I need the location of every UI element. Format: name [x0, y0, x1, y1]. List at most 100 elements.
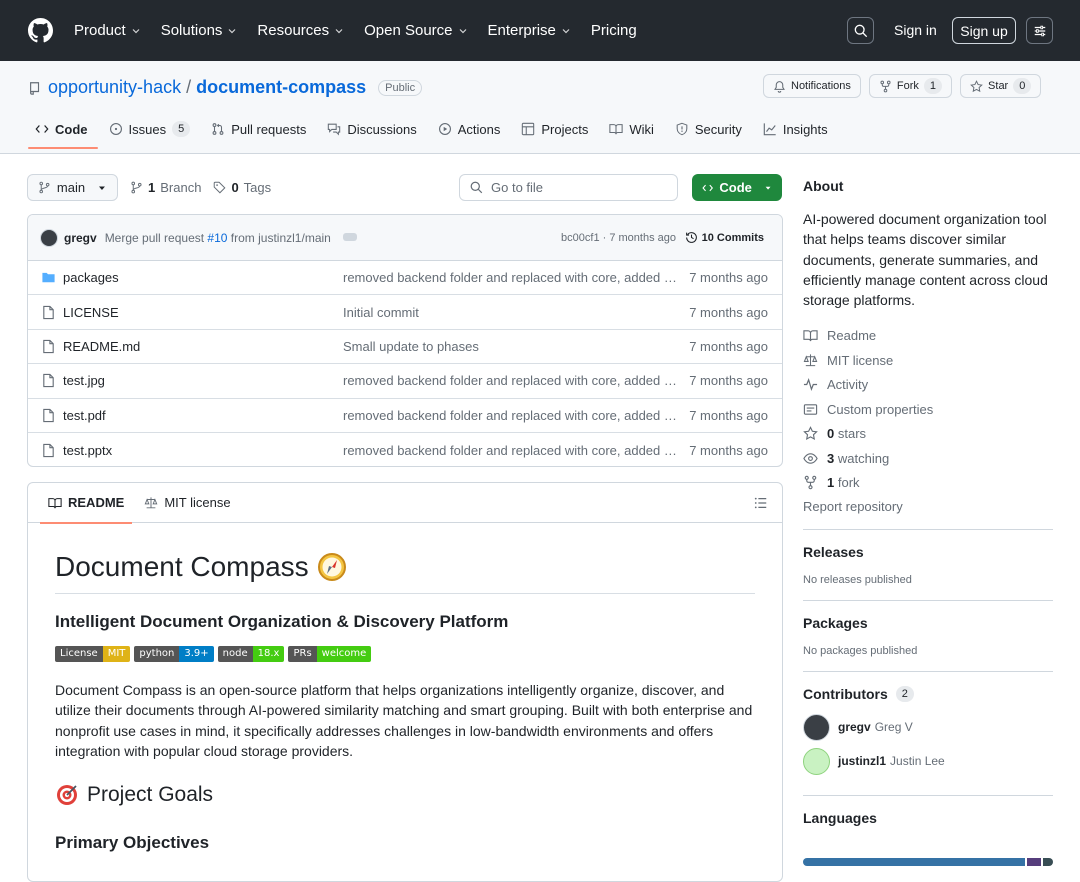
pr-link[interactable]: #10: [207, 231, 227, 245]
readme-tab[interactable]: README: [40, 483, 133, 524]
bell-icon: [774, 80, 785, 93]
file-type-icon: [41, 373, 56, 388]
commit-message[interactable]: Merge pull request #10 from justinzl1/ma…: [105, 231, 331, 245]
tab-insights[interactable]: Insights: [756, 121, 838, 147]
file-name-link[interactable]: test.jpg: [63, 373, 105, 388]
file-row[interactable]: test.pptx removed backend folder and repl…: [28, 433, 782, 466]
contributor-item[interactable]: justinzl1 Justin Lee: [803, 747, 1053, 775]
releases-heading[interactable]: Releases: [803, 544, 1053, 560]
file-commit-date: 7 months ago: [689, 338, 768, 354]
ellipsis-button[interactable]: [342, 232, 357, 241]
file-icon: [43, 443, 54, 457]
folder-icon: [42, 273, 55, 283]
repo-title: opportunity-hack / document-compass Publ…: [28, 77, 423, 98]
tab-discussions[interactable]: Discussions: [320, 121, 426, 147]
repo-name-link[interactable]: document-compass: [196, 77, 366, 98]
about-heading: About: [803, 178, 844, 194]
github-logo-icon[interactable]: [28, 18, 53, 43]
forks-link[interactable]: 1 fork: [803, 470, 1053, 495]
file-commit-message[interactable]: removed backend folder and replaced with…: [343, 373, 677, 388]
tags-link[interactable]: 0 Tags: [213, 180, 271, 195]
file-row[interactable]: test.jpg removed backend folder and repla…: [28, 364, 782, 399]
nav-pricing[interactable]: Pricing: [591, 22, 637, 39]
file-commit-message[interactable]: removed backend folder and replaced with…: [343, 270, 677, 285]
commit-author[interactable]: gregv: [64, 231, 97, 245]
badge-right: welcome: [316, 646, 372, 662]
file-commit-message[interactable]: removed backend folder and replaced with…: [343, 408, 677, 423]
contributor-item[interactable]: gregv Greg V: [803, 713, 1053, 741]
chevron-down-icon: [228, 28, 236, 33]
goals-heading: Project Goals: [55, 783, 755, 807]
repo-header: opportunity-hack / document-compass Publ…: [0, 61, 1080, 154]
repo-separator: /: [186, 77, 192, 97]
contributors-heading[interactable]: Contributors 2: [803, 685, 1053, 702]
license-tab[interactable]: MIT license: [136, 483, 238, 523]
tab-security[interactable]: Security: [668, 121, 752, 147]
sign-up-button[interactable]: Sign up: [952, 17, 1016, 44]
nav-open-source[interactable]: Open Source: [364, 22, 467, 39]
file-commit-message[interactable]: Initial commit: [343, 305, 419, 320]
tab-actions[interactable]: Actions: [431, 121, 511, 147]
file-commit-message[interactable]: removed backend folder and replaced with…: [343, 443, 677, 458]
code-dropdown-button[interactable]: Code: [692, 174, 782, 201]
file-commit-message[interactable]: Small update to phases: [343, 339, 479, 354]
stars-link[interactable]: 0 stars: [803, 421, 1053, 446]
tab-projects[interactable]: Projects: [514, 121, 598, 147]
releases-empty: No releases published: [803, 573, 912, 586]
repo-owner-link[interactable]: opportunity-hack: [48, 77, 181, 98]
activity-link[interactable]: Activity: [803, 372, 1053, 397]
file-row[interactable]: README.md Small update to phases 7 months …: [28, 330, 782, 365]
notifications-button[interactable]: Notifications: [763, 74, 861, 98]
branches-link[interactable]: 1 Branch: [130, 180, 201, 195]
star-button[interactable]: Star 0: [960, 74, 1042, 98]
tab-code[interactable]: Code: [28, 121, 98, 149]
go-to-file-input[interactable]: Go to file: [459, 174, 678, 201]
license-link[interactable]: MIT license: [803, 348, 1053, 373]
report-repository-link[interactable]: Report repository: [803, 495, 1053, 519]
contributors-label: Contributors: [803, 685, 888, 702]
chevron-down-icon: [459, 28, 466, 33]
tab-pull-requests[interactable]: Pull requests: [204, 121, 316, 147]
file-row[interactable]: test.pdf removed backend folder and repla…: [28, 399, 782, 433]
note-icon: [803, 403, 818, 415]
license-badge[interactable]: License MIT: [55, 646, 131, 662]
tab-label: Pull requests: [231, 121, 307, 137]
divider: [803, 599, 1053, 601]
search-button[interactable]: [847, 17, 874, 44]
file-row[interactable]: LICENSE Initial commit 7 months ago: [28, 295, 782, 330]
branch-selector[interactable]: main: [27, 174, 118, 201]
link-label: Custom properties: [827, 401, 934, 417]
avatar[interactable]: [40, 228, 58, 247]
custom-properties-link[interactable]: Custom properties: [803, 397, 1053, 422]
sign-in-link[interactable]: Sign in: [894, 22, 937, 38]
law-icon: [803, 354, 818, 366]
commit-hash-time[interactable]: bc00cf1 · 7 months ago: [561, 232, 676, 244]
tab-wiki[interactable]: Wiki: [602, 121, 664, 147]
file-row[interactable]: packages removed backend folder and repla…: [28, 261, 782, 296]
file-name-link[interactable]: README.md: [63, 339, 140, 354]
file-name-link[interactable]: test.pdf: [63, 408, 106, 423]
nav-enterprise[interactable]: Enterprise: [488, 22, 571, 39]
divider: [803, 794, 1053, 796]
file-name-link[interactable]: packages: [63, 270, 119, 285]
license-tab-label: MIT license: [164, 495, 231, 510]
tags-count: 0: [231, 180, 239, 195]
watching-count: 3: [827, 450, 835, 466]
commits-link[interactable]: 10 Commits: [685, 231, 764, 244]
fork-button[interactable]: Fork 1: [868, 74, 953, 98]
badge-right: 18.x: [252, 646, 285, 662]
nav-solutions[interactable]: Solutions: [161, 22, 238, 39]
packages-heading[interactable]: Packages: [803, 615, 1053, 631]
tab-issues[interactable]: Issues 5: [102, 121, 201, 147]
python-badge[interactable]: python 3.9+: [134, 646, 214, 662]
file-name-link[interactable]: test.pptx: [63, 443, 112, 458]
prs-badge[interactable]: PRs welcome: [288, 646, 372, 662]
nav-product[interactable]: Product: [74, 22, 141, 39]
outline-button[interactable]: [754, 496, 768, 510]
file-name-link[interactable]: LICENSE: [63, 305, 119, 320]
readme-link[interactable]: Readme: [803, 323, 1053, 348]
watching-link[interactable]: 3 watching: [803, 446, 1053, 471]
menu-button[interactable]: [1026, 17, 1053, 44]
nav-resources[interactable]: Resources: [257, 22, 344, 39]
node-badge[interactable]: node 18.x: [217, 646, 285, 662]
